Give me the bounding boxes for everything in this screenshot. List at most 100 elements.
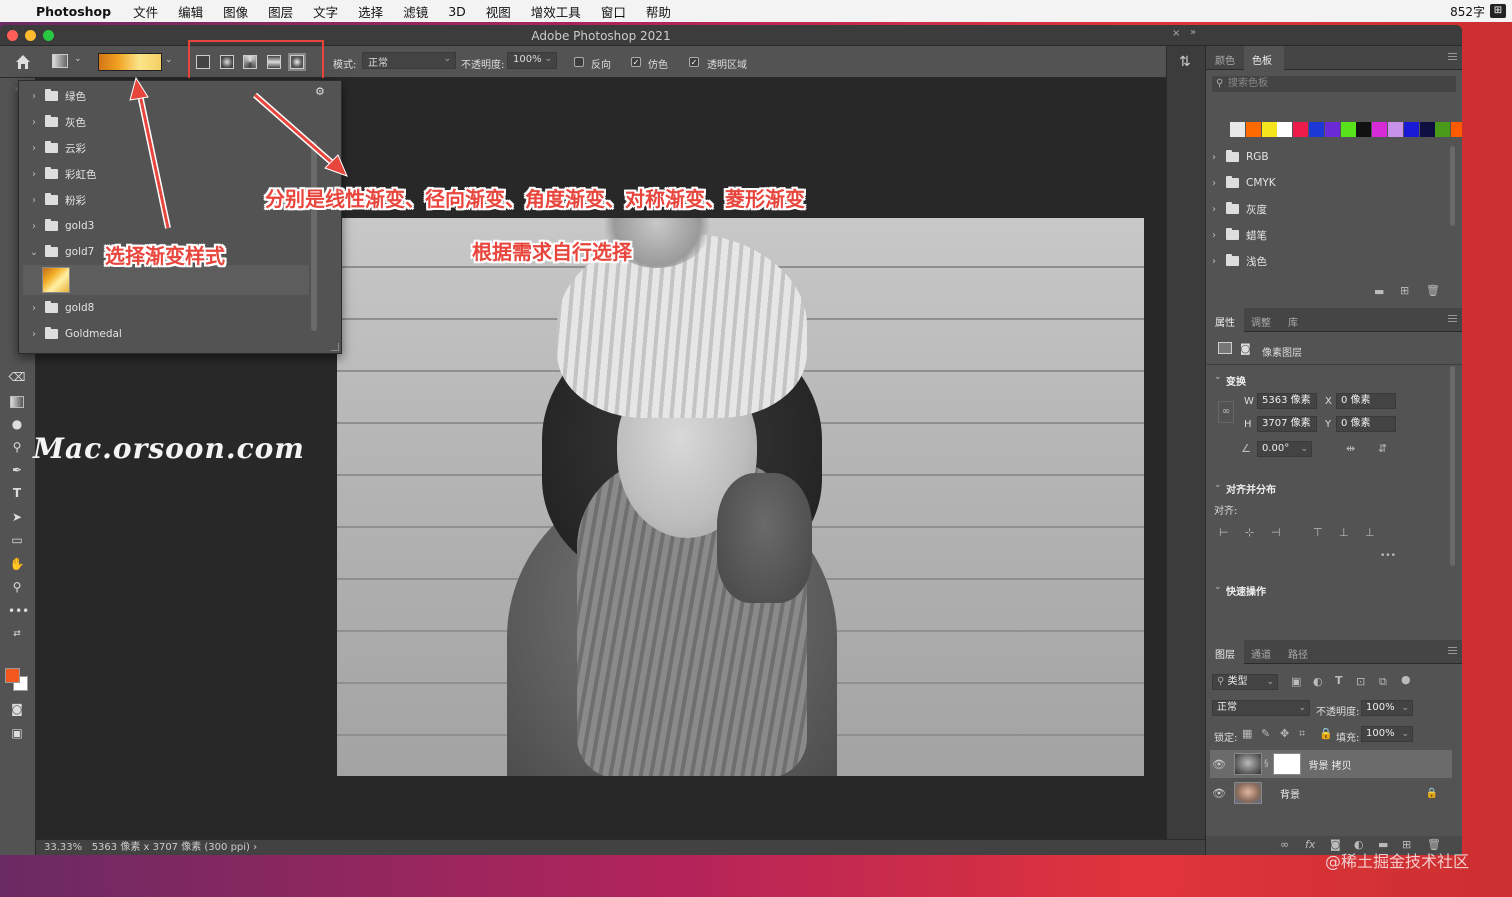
- pen-tool-icon[interactable]: ✒: [8, 461, 26, 479]
- align-middle-v-icon[interactable]: ⊥: [1339, 526, 1349, 539]
- color-swatch[interactable]: [1230, 122, 1245, 137]
- gradient-folder[interactable]: › gold3: [19, 215, 309, 237]
- new-group-icon[interactable]: ▬: [1374, 285, 1384, 298]
- gradient-folder[interactable]: › 彩虹色: [19, 163, 309, 185]
- tab-properties[interactable]: 属性: [1215, 314, 1235, 329]
- panel-menu-icon[interactable]: [1448, 647, 1457, 654]
- filter-shape-icon[interactable]: ⊡: [1356, 675, 1365, 688]
- lock-all-icon[interactable]: 🔒: [1319, 727, 1333, 740]
- tab-libraries[interactable]: 库: [1288, 314, 1298, 329]
- swatch-folder[interactable]: › 灰度: [1206, 198, 1446, 220]
- gradient-scrollbar[interactable]: [311, 141, 317, 331]
- tab-adjustments[interactable]: 调整: [1251, 314, 1271, 329]
- layer-row[interactable]: 👁 背景 🔒: [1210, 779, 1452, 807]
- align-right-icon[interactable]: ⊣: [1271, 526, 1281, 539]
- type-tool-icon[interactable]: T: [8, 484, 26, 502]
- swatch-folder[interactable]: › CMYK: [1206, 172, 1446, 194]
- menu-layer[interactable]: 图层: [268, 2, 293, 21]
- align-top-icon[interactable]: ⊤: [1313, 526, 1323, 539]
- hand-tool-icon[interactable]: ✋: [8, 555, 26, 573]
- eye-icon[interactable]: 👁: [1210, 787, 1228, 800]
- swatch-folder[interactable]: › 浅色: [1206, 250, 1446, 272]
- layer-opacity-input[interactable]: 100% ⌄: [1361, 700, 1413, 716]
- color-swatch[interactable]: [1245, 122, 1261, 137]
- eye-icon[interactable]: 👁: [1210, 758, 1228, 771]
- filter-toggle-icon[interactable]: ●: [1401, 673, 1411, 686]
- swatches-scrollbar[interactable]: [1450, 146, 1455, 226]
- blend-mode-select[interactable]: 正常 ⌄: [1212, 700, 1310, 716]
- filter-adjustment-icon[interactable]: ◐: [1313, 675, 1323, 688]
- color-swatch[interactable]: [1261, 122, 1277, 137]
- gold7-gradient-thumbnail[interactable]: [42, 267, 70, 293]
- menu-app-name[interactable]: Photoshop: [36, 4, 111, 19]
- mode-select[interactable]: 正常 ⌄: [362, 52, 456, 69]
- menu-view[interactable]: 视图: [486, 2, 511, 21]
- document-image[interactable]: [337, 218, 1144, 776]
- align-left-icon[interactable]: ⊢: [1219, 526, 1229, 539]
- color-swatch[interactable]: [1403, 122, 1419, 137]
- color-swatch[interactable]: [1388, 122, 1403, 137]
- align-section-title[interactable]: 对齐并分布: [1226, 481, 1276, 496]
- zoom-level[interactable]: 33.33%: [44, 842, 82, 853]
- quick-mask-icon[interactable]: ◙: [8, 700, 26, 718]
- resize-handle-icon[interactable]: [331, 343, 339, 351]
- fx-icon[interactable]: fx: [1305, 838, 1315, 851]
- tool-preset-picker[interactable]: ⌄: [52, 54, 82, 70]
- trash-icon[interactable]: 🗑: [1426, 284, 1440, 297]
- menu-plugins[interactable]: 增效工具: [531, 2, 581, 21]
- tab-swatches[interactable]: 色板: [1252, 52, 1272, 67]
- layer-name[interactable]: 背景: [1280, 786, 1300, 801]
- chevron-down-icon[interactable]: ⌄: [1214, 372, 1222, 382]
- layer-mask-icon[interactable]: ◙: [1240, 342, 1251, 355]
- foreground-color-swatch[interactable]: [5, 668, 20, 683]
- fill-input[interactable]: 100% ⌄: [1361, 726, 1413, 742]
- layer-mask-thumbnail[interactable]: [1272, 753, 1301, 775]
- collapse-panels-icon[interactable]: »: [1190, 27, 1196, 38]
- opacity-input[interactable]: 100% ⌄: [507, 52, 557, 69]
- status-menu-arrow[interactable]: ›: [253, 842, 257, 853]
- lock-position-icon[interactable]: ✥: [1280, 727, 1289, 740]
- color-swatch[interactable]: [1356, 122, 1372, 137]
- menu-3d[interactable]: 3D: [448, 4, 466, 19]
- color-swatch[interactable]: [1324, 122, 1340, 137]
- history-icon[interactable]: ⇅: [1179, 54, 1191, 70]
- color-swatch[interactable]: [1293, 122, 1309, 137]
- y-field[interactable]: 0 像素: [1336, 416, 1396, 432]
- color-swatch[interactable]: [1340, 122, 1356, 137]
- tab-channels[interactable]: 通道: [1251, 646, 1271, 661]
- properties-scrollbar[interactable]: [1450, 366, 1455, 566]
- angle-field[interactable]: 0.00° ⌄: [1257, 441, 1312, 457]
- new-swatch-icon[interactable]: ⊞: [1400, 284, 1409, 297]
- lock-transparent-icon[interactable]: ▦: [1242, 727, 1252, 740]
- tab-color[interactable]: 颜色: [1215, 52, 1235, 67]
- filter-pixel-icon[interactable]: ▣: [1291, 675, 1301, 688]
- eraser-tool-icon[interactable]: ⌫: [8, 368, 26, 386]
- gradient-folder[interactable]: › gold8: [19, 297, 309, 319]
- close-panel-icon[interactable]: ×: [1172, 28, 1180, 39]
- chain-link-icon[interactable]: §: [1264, 759, 1269, 769]
- menu-image[interactable]: 图像: [223, 2, 248, 21]
- gradient-folder[interactable]: › 灰色: [19, 111, 309, 133]
- dodge-tool-icon[interactable]: ⚲: [8, 438, 26, 456]
- dither-checkbox[interactable]: ✓: [631, 57, 641, 67]
- color-swatch[interactable]: [1419, 122, 1435, 137]
- menu-help[interactable]: 帮助: [646, 2, 671, 21]
- filter-type-icon[interactable]: T: [1335, 674, 1343, 687]
- gradient-tool-icon[interactable]: [10, 396, 24, 408]
- menu-edit[interactable]: 编辑: [178, 2, 203, 21]
- gradient-folder[interactable]: › 绿色: [19, 85, 309, 107]
- chevron-down-icon[interactable]: ⌄: [1214, 480, 1222, 490]
- screen-mode-icon[interactable]: ▣: [8, 724, 26, 742]
- swatch-search-input[interactable]: ⚲ 搜索色板: [1212, 76, 1456, 92]
- zoom-tool-icon[interactable]: ⚲: [8, 578, 26, 596]
- link-icon[interactable]: ∞: [1218, 401, 1234, 423]
- input-method-icon[interactable]: ⊞: [1490, 4, 1506, 18]
- menu-window[interactable]: 窗口: [601, 2, 626, 21]
- swatch-folder[interactable]: › 蜡笔: [1206, 224, 1446, 246]
- align-bottom-icon[interactable]: ⊥: [1365, 526, 1375, 539]
- lock-image-icon[interactable]: ✎: [1261, 727, 1270, 740]
- lock-artboard-icon[interactable]: ⌗: [1299, 727, 1305, 741]
- layer-name[interactable]: 背景 拷贝: [1309, 757, 1352, 772]
- layer-filter-select[interactable]: ⚲ 类型 ⌄: [1212, 674, 1278, 690]
- color-swatch[interactable]: [1435, 122, 1451, 137]
